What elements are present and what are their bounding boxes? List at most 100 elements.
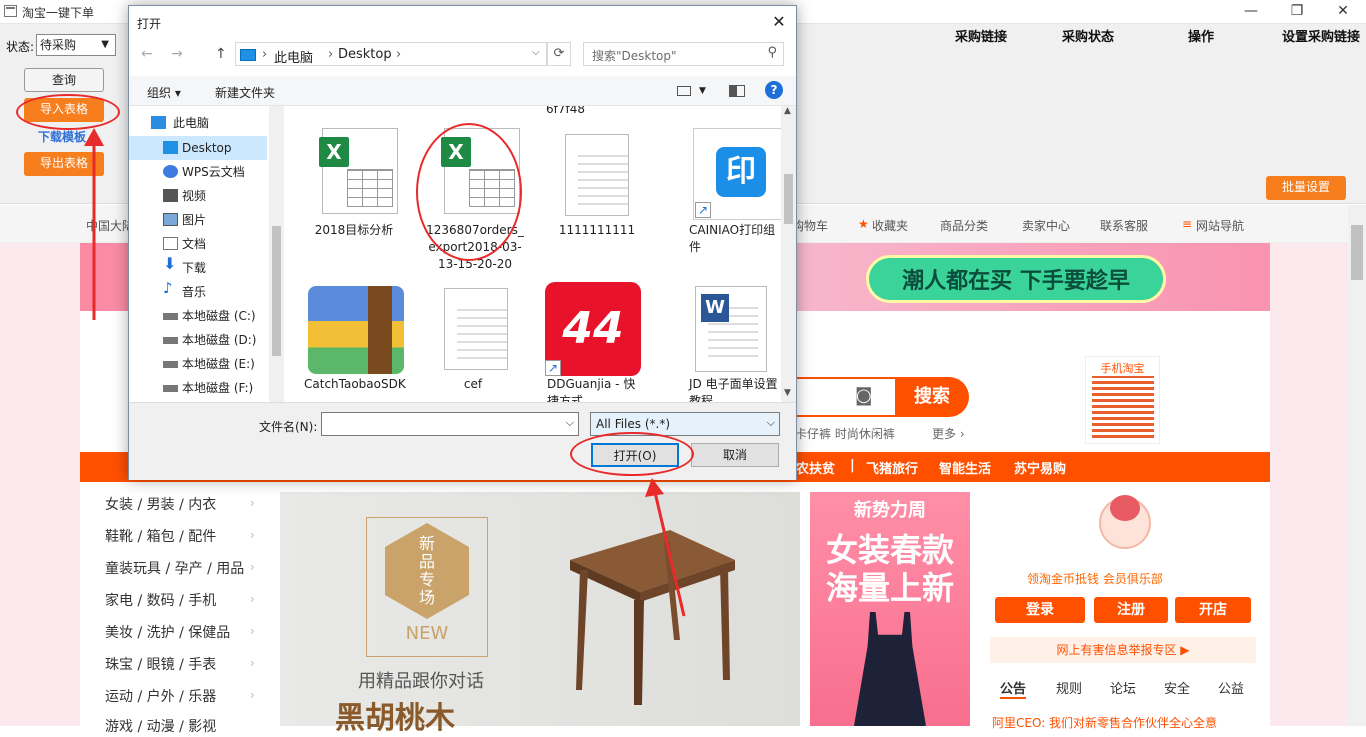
file-item[interactable]: CatchTaobaoSDK xyxy=(284,282,414,402)
category-item[interactable]: 游戏 / 动漫 / 影视 xyxy=(105,716,216,736)
tree-item-documents[interactable]: 文档 xyxy=(163,233,206,255)
search-input[interactable]: ◙ xyxy=(795,377,895,417)
register-button[interactable]: 注册 xyxy=(1094,597,1168,623)
back-icon[interactable]: ← xyxy=(141,46,153,62)
region-selector[interactable]: 中国大陆 xyxy=(86,217,134,234)
tree-item-drive-f[interactable]: 本地磁盘 (F:) xyxy=(163,377,253,399)
new-folder-button[interactable]: 新建文件夹 xyxy=(215,84,275,101)
help-icon[interactable]: ? xyxy=(765,81,783,99)
report-link[interactable]: 网上有害信息举报专区 ▶ xyxy=(990,637,1256,663)
tab-notice[interactable]: 公告 xyxy=(1000,678,1027,699)
excel-file-icon xyxy=(319,128,398,214)
scrollbar-thumb[interactable] xyxy=(784,174,793,224)
tab-forum[interactable]: 论坛 xyxy=(1110,678,1136,697)
category-item[interactable]: 童装玩具 / 孕产 / 用品 xyxy=(105,558,244,578)
file-list-scrollbar[interactable]: ▲ ▼ xyxy=(781,106,796,402)
scroll-down-icon[interactable]: ▼ xyxy=(784,388,791,398)
chevron-down-icon[interactable]: ⌵ xyxy=(566,416,574,430)
navigation-scrollbar[interactable] xyxy=(269,106,284,402)
refresh-icon[interactable]: ⟳ xyxy=(547,42,571,66)
category-item[interactable]: 女装 / 男装 / 内衣 xyxy=(105,494,216,514)
orange-nav-item[interactable]: 智能生活 xyxy=(939,458,991,477)
dialog-close-button[interactable]: ✕ xyxy=(762,6,796,38)
tree-item-wps[interactable]: WPS云文档 xyxy=(163,161,245,183)
open-shop-button[interactable]: 开店 xyxy=(1175,597,1251,623)
cancel-button[interactable]: 取消 xyxy=(691,443,779,467)
category-item[interactable]: 运动 / 户外 / 乐器 xyxy=(105,686,216,706)
orange-nav-item[interactable]: 苏宁易购 xyxy=(1014,458,1066,477)
minimize-button[interactable]: — xyxy=(1228,0,1274,24)
drive-icon xyxy=(163,337,178,344)
tree-item-downloads[interactable]: ⬇ 下载 xyxy=(163,256,206,279)
tree-item-drive-d[interactable]: 本地磁盘 (D:) xyxy=(163,329,256,351)
preview-pane-icon[interactable] xyxy=(729,85,745,97)
download-template-link[interactable]: 下载模板 xyxy=(38,128,86,145)
page-scrollbar[interactable] xyxy=(1348,205,1366,726)
tree-item-desktop[interactable]: Desktop xyxy=(163,137,232,159)
tree-item-this-pc[interactable]: 此电脑 xyxy=(151,112,209,134)
chevron-right-icon: › xyxy=(250,560,255,574)
category-item[interactable]: 鞋靴 / 箱包 / 配件 xyxy=(105,526,216,546)
organize-menu[interactable]: 组织 ▾ xyxy=(147,84,181,101)
category-item[interactable]: 家电 / 数码 / 手机 xyxy=(105,590,216,610)
tree-item-pictures[interactable]: 图片 xyxy=(163,209,206,231)
orange-nav-item[interactable]: 农扶贫 xyxy=(796,458,835,477)
nav-categories[interactable]: 商品分类 xyxy=(940,217,988,234)
maximize-button[interactable]: ❐ xyxy=(1274,0,1320,24)
coins-links[interactable]: 领淘金币抵钱 会员俱乐部 xyxy=(1027,570,1163,587)
nav-seller-center[interactable]: 卖家中心 xyxy=(1022,217,1070,234)
view-icon[interactable] xyxy=(677,86,691,96)
banner-tagline: 用精品跟你对话 xyxy=(358,671,484,692)
dialog-search-input[interactable]: 搜索"Desktop" ⚲ xyxy=(583,42,784,66)
tree-item-drive-c[interactable]: 本地磁盘 (C:) xyxy=(163,305,256,327)
tree-item-label: WPS云文档 xyxy=(182,165,245,179)
orange-nav-item[interactable]: 飞猪旅行 xyxy=(866,458,918,477)
file-item[interactable]: 印 ↗ CAINIAO打印组件 xyxy=(659,128,789,278)
avatar[interactable] xyxy=(1099,495,1151,549)
tab-charity[interactable]: 公益 xyxy=(1218,678,1244,697)
close-button[interactable]: ✕ xyxy=(1320,0,1366,24)
chevron-right-icon: › xyxy=(250,656,255,670)
nav-contact[interactable]: 联系客服 xyxy=(1100,217,1148,234)
breadcrumb-this-pc[interactable]: 此电脑 xyxy=(274,47,313,66)
breadcrumb-desktop[interactable]: Desktop xyxy=(338,47,392,62)
chevron-down-icon[interactable]: ▼ xyxy=(699,86,706,96)
category-item[interactable]: 珠宝 / 眼镜 / 手表 xyxy=(105,654,216,674)
tab-security[interactable]: 安全 xyxy=(1164,678,1190,697)
file-item[interactable]: 44 ↗ DDGuanjia - 快捷方式 xyxy=(539,282,654,402)
status-select[interactable]: 待采购 ▼ xyxy=(36,34,116,56)
tree-item-music[interactable]: ♪ 音乐 xyxy=(163,280,206,303)
chevron-down-icon[interactable]: ⌵ xyxy=(532,47,540,58)
tree-item-videos[interactable]: 视频 xyxy=(163,185,206,207)
nav-site-map[interactable]: 网站导航 xyxy=(1196,217,1244,234)
forward-icon[interactable]: → xyxy=(171,46,183,62)
tree-item-drive-e[interactable]: 本地磁盘 (E:) xyxy=(163,353,255,375)
scroll-up-icon[interactable]: ▲ xyxy=(784,106,791,116)
login-button[interactable]: 登录 xyxy=(995,597,1085,623)
filename-input[interactable]: ⌵ xyxy=(321,412,579,436)
file-item[interactable]: cef xyxy=(409,282,534,402)
tab-rules[interactable]: 规则 xyxy=(1056,678,1082,697)
search-button[interactable]: 搜索 xyxy=(895,377,969,417)
file-list: 6f7f48 2018目标分析 1236807orders_export2018… xyxy=(284,106,794,402)
computer-icon xyxy=(240,49,256,61)
news-item[interactable]: 阿里CEO: 我们对新零售合作伙伴全心全意 xyxy=(992,714,1217,731)
file-item[interactable]: W JD 电子面单设置教程 xyxy=(659,282,784,402)
file-item[interactable]: 1111111111 xyxy=(539,128,654,278)
export-table-button[interactable]: 导出表格 xyxy=(24,152,104,176)
more-link[interactable]: 更多 › xyxy=(932,425,965,442)
hot-words[interactable]: 卡仔裤 时尚休闲裤 xyxy=(795,425,895,442)
up-icon[interactable]: ↑ xyxy=(215,46,227,62)
file-item[interactable]: 2018目标分析 xyxy=(284,128,414,278)
column-header-purchase-status: 采购状态 xyxy=(1062,30,1115,45)
camera-icon[interactable]: ◙ xyxy=(855,385,872,406)
scrollbar-thumb[interactable] xyxy=(1351,225,1363,280)
category-item[interactable]: 美妆 / 洗护 / 保健品 xyxy=(105,622,230,642)
scrollbar-thumb[interactable] xyxy=(272,226,281,356)
batch-settings-button[interactable]: 批量设置 xyxy=(1266,176,1346,200)
tree-item-label: 本地磁盘 (D:) xyxy=(182,333,257,347)
address-bar[interactable]: › 此电脑 › Desktop › ⌵ xyxy=(235,42,547,66)
nav-cart[interactable]: 购物车 xyxy=(792,217,828,234)
query-button[interactable]: 查询 xyxy=(24,68,104,92)
nav-favorites[interactable]: 收藏夹 xyxy=(872,217,908,234)
